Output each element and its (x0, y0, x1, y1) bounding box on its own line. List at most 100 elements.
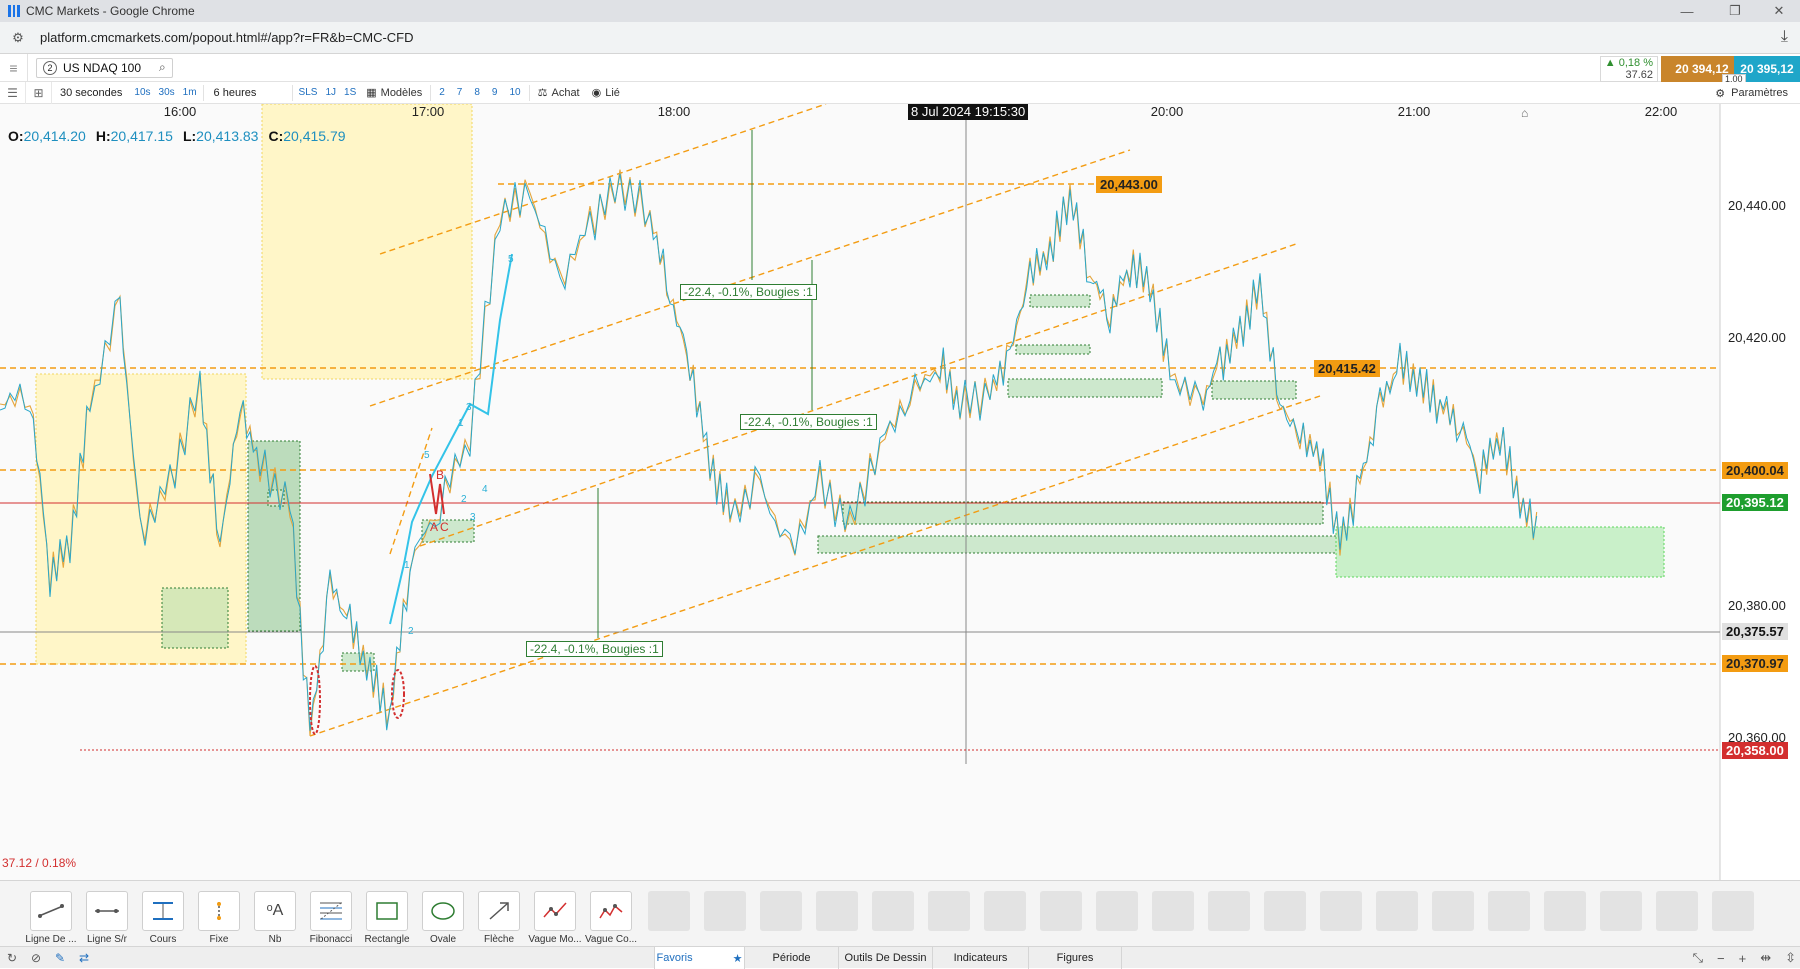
list-view-icon[interactable]: ☰ (0, 81, 26, 104)
hamburger-menu-icon[interactable]: ≡ (0, 53, 28, 82)
tab-period[interactable]: Période (744, 947, 838, 969)
empty-tool-slot[interactable] (928, 891, 970, 931)
empty-tool-slot[interactable] (1712, 891, 1754, 931)
empty-tool-slot[interactable] (984, 891, 1026, 931)
tab-favorites[interactable]: Favoris ★ (654, 947, 744, 969)
tool-trend-line[interactable]: Ligne De ... (25, 891, 77, 945)
count-7[interactable]: 7 (451, 87, 469, 98)
zoom-in-icon[interactable]: + (1739, 951, 1747, 966)
empty-tool-slot[interactable] (1544, 891, 1586, 931)
empty-tool-slot[interactable] (1376, 891, 1418, 931)
empty-tool-slot[interactable] (760, 891, 802, 931)
tool-fixed-line[interactable]: Fixe (194, 891, 244, 945)
count-10[interactable]: 10 (503, 87, 526, 98)
tab-indicators[interactable]: Indicateurs (932, 947, 1028, 969)
price-chart[interactable]: 16:00 17:00 18:00 20:00 21:00 22:00 8 Ju… (0, 104, 1800, 880)
arrow-icon[interactable] (478, 891, 520, 931)
settings-button[interactable]: ⚙ Paramètres (1715, 82, 1788, 104)
empty-tool-slot[interactable] (704, 891, 746, 931)
interval-10s[interactable]: 10s (130, 87, 154, 98)
tool-price-range[interactable]: Cours (138, 891, 188, 945)
minimize-icon[interactable]: — (1672, 0, 1702, 22)
rectangle-icon[interactable] (366, 891, 408, 931)
wave-label: A (430, 520, 439, 534)
tool-fibonacci[interactable]: Fibonacci (306, 891, 356, 945)
tool-sr-line[interactable]: Ligne S/r (82, 891, 132, 945)
count-9[interactable]: 9 (486, 87, 504, 98)
cursor-icon[interactable]: ⇄ (72, 947, 96, 969)
range-sls[interactable]: SLS (295, 87, 322, 98)
count-2[interactable]: 2 (433, 87, 451, 98)
tool-rectangle[interactable]: Rectangle (362, 891, 412, 945)
empty-tool-slot[interactable] (872, 891, 914, 931)
search-icon[interactable]: ⌕ (159, 60, 166, 75)
url-text[interactable]: platform.cmcmarkets.com/popout.html#/app… (40, 30, 414, 45)
tool-wave-co[interactable]: Vague Co... (585, 891, 637, 945)
empty-tool-slot[interactable] (1656, 891, 1698, 931)
empty-tool-slot[interactable] (1264, 891, 1306, 931)
expand-vertical-icon[interactable]: ⇳ (1785, 950, 1796, 966)
interval-1m[interactable]: 1m (179, 87, 201, 98)
restore-icon[interactable]: ❐ (1720, 0, 1750, 22)
empty-tool-slot[interactable] (1600, 891, 1642, 931)
tool-text[interactable]: ᵒA Nb (250, 891, 300, 945)
count-8[interactable]: 8 (468, 87, 486, 98)
empty-tool-slot[interactable] (1320, 891, 1362, 931)
wave-label: 2 (408, 626, 414, 637)
empty-tool-slot[interactable] (1488, 891, 1530, 931)
tool-wave[interactable]: Vague Mo... (528, 891, 582, 945)
status-bar: ↻ ⊘ ✎ ⇄ Favoris ★ Période Outils De Dessi… (0, 946, 1800, 969)
buy-button[interactable]: ⚖ Achat (532, 86, 586, 100)
empty-tool-slot[interactable] (816, 891, 858, 931)
trend-line-icon[interactable] (30, 891, 72, 931)
time-label: 17:00 (411, 104, 445, 119)
cancel-icon[interactable]: ⊘ (24, 947, 48, 969)
price-range-icon[interactable] (142, 891, 184, 931)
wave-label: 4 (482, 484, 488, 495)
tool-arrow[interactable]: Flèche (474, 891, 524, 945)
address-bar: ⚙ platform.cmcmarkets.com/popout.html#/a… (0, 22, 1800, 54)
measure-label[interactable]: -22.4, -0.1%, Bougies :1 (680, 284, 817, 300)
interval-select[interactable]: 30 secondes (52, 87, 130, 99)
empty-tool-slot[interactable] (1040, 891, 1082, 931)
chart-canvas[interactable] (0, 104, 1800, 880)
price-change: ▲ 0,18 % 37.62 (1600, 56, 1658, 82)
tool-oval[interactable]: Ovale (418, 891, 468, 945)
range-1j[interactable]: 1J (321, 87, 340, 98)
site-info-icon[interactable]: ⚙ (8, 28, 28, 48)
measure-label[interactable]: -22.4, -0.1%, Bougies :1 (526, 641, 663, 657)
templates-button[interactable]: ▦ Modèles (360, 86, 428, 100)
empty-tool-slot[interactable] (1096, 891, 1138, 931)
empty-tool-slot[interactable] (1208, 891, 1250, 931)
range-1s[interactable]: 1S (340, 87, 360, 98)
time-label: 18:00 (657, 104, 691, 119)
sr-line-icon[interactable] (86, 891, 128, 931)
tab-figures[interactable]: Figures (1028, 947, 1122, 969)
empty-tool-slot[interactable] (1432, 891, 1474, 931)
home-icon[interactable]: ⌂ (1521, 106, 1528, 120)
linked-button[interactable]: ◉ Lié (586, 86, 626, 100)
empty-tool-slot[interactable] (648, 891, 690, 931)
download-icon[interactable]: ⤓ (1781, 28, 1788, 46)
interval-30s[interactable]: 30s (155, 87, 179, 98)
wave-icon[interactable] (534, 891, 576, 931)
instrument-selector[interactable]: 2 US NDAQ 100 ⌕ (36, 57, 173, 78)
tab-drawing-tools[interactable]: Outils De Dessin (838, 947, 932, 969)
fixed-line-icon[interactable] (198, 891, 240, 931)
refresh-icon[interactable]: ↻ (0, 947, 24, 969)
pencil-icon[interactable]: ✎ (48, 947, 72, 969)
zoom-out-icon[interactable]: − (1717, 951, 1725, 966)
fit-icon[interactable]: ⤡ (1693, 950, 1703, 966)
fibonacci-icon[interactable] (310, 891, 352, 931)
change-tag: 37.12 / 0.18% (2, 856, 77, 870)
range-select[interactable]: 6 heures (206, 87, 290, 99)
measure-label[interactable]: -22.4, -0.1%, Bougies :1 (740, 414, 877, 430)
layout-grid-icon[interactable]: ⊞ (26, 81, 52, 104)
text-icon[interactable]: ᵒA (254, 891, 296, 931)
empty-tool-slot[interactable] (1152, 891, 1194, 931)
close-icon[interactable]: ✕ (1764, 0, 1794, 22)
wave-co-icon[interactable] (590, 891, 632, 931)
oval-icon[interactable] (422, 891, 464, 931)
expand-horizontal-icon[interactable]: ⇹ (1760, 950, 1771, 966)
instrument-index: 2 (43, 60, 57, 75)
